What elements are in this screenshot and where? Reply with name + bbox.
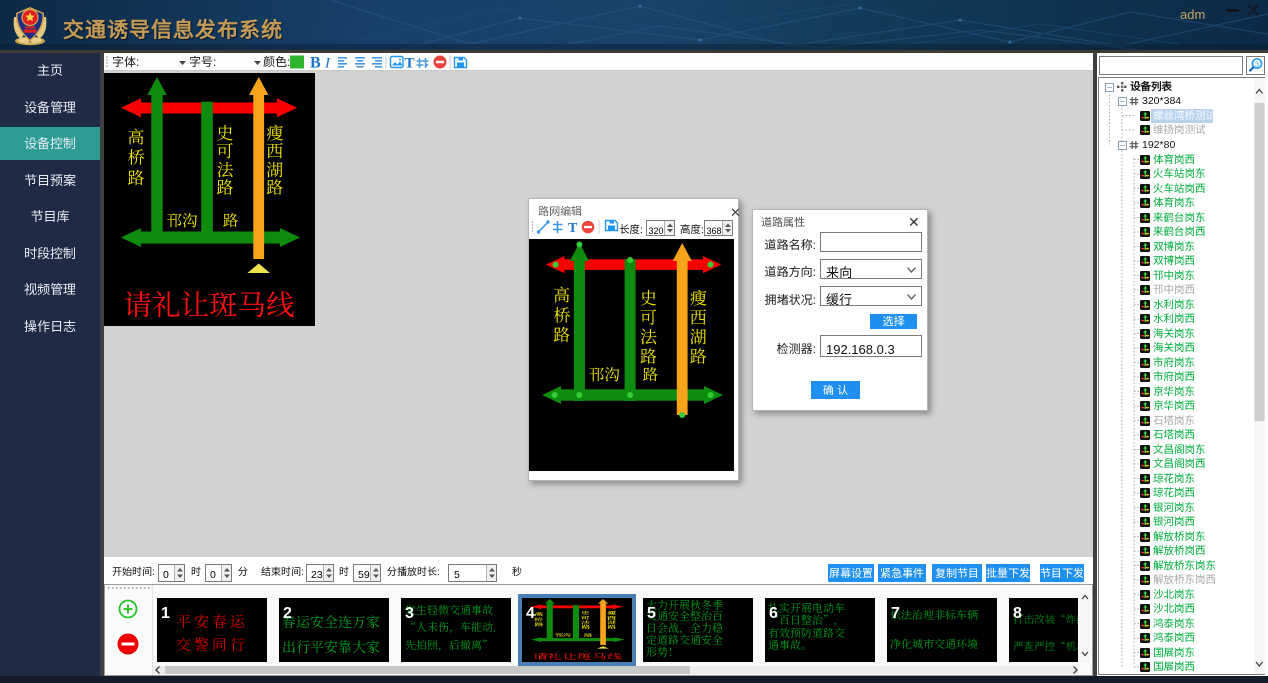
svg-text:3: 3 [1255, 62, 1259, 69]
svg-text:路: 路 [690, 343, 708, 368]
svg-text:邗沟: 邗沟 [553, 632, 571, 638]
svg-text:T: T [405, 56, 415, 72]
svg-text:请礼让斑马线: 请礼让斑马线 [532, 651, 622, 661]
svg-text:路: 路 [584, 632, 593, 638]
svg-text:请礼让斑马线: 请礼让斑马线 [123, 283, 294, 324]
svg-text:B: B [310, 55, 321, 72]
svg-text:路: 路 [128, 164, 146, 189]
svg-text:I: I [324, 56, 331, 72]
svg-text:邗沟: 邗沟 [166, 209, 198, 231]
svg-text:T: T [568, 221, 578, 236]
svg-text:路: 路 [606, 623, 616, 629]
svg-text:路: 路 [643, 363, 659, 385]
svg-text:路: 路 [266, 173, 284, 198]
svg-text:路: 路 [217, 173, 235, 198]
svg-text:路: 路 [580, 623, 590, 629]
svg-text:路: 路 [223, 209, 239, 231]
svg-text:邗沟: 邗沟 [589, 363, 621, 385]
svg-text:路: 路 [553, 321, 571, 346]
